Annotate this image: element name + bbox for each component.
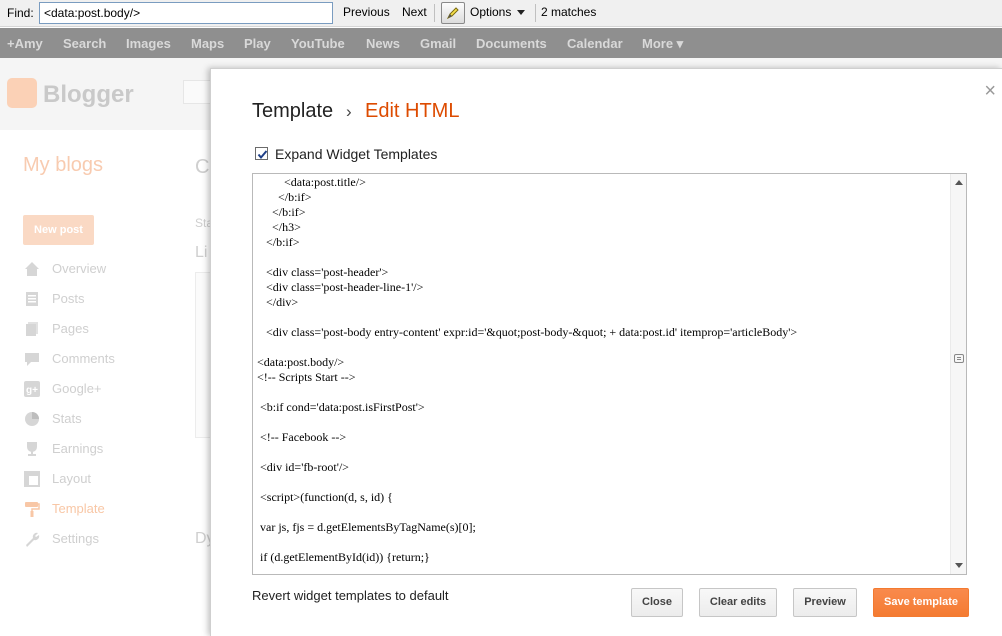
edit-html-dialog: × Template › Edit HTML Expand Widget Tem… <box>210 68 1002 636</box>
nav-label: Posts <box>52 291 85 306</box>
close-button[interactable]: Close <box>631 588 683 617</box>
breadcrumb-template[interactable]: Template <box>252 100 333 123</box>
revert-widget-templates-link[interactable]: Revert widget templates to default <box>252 588 449 603</box>
find-bar: Find: Previous Next Options 2 matches <box>0 0 1002 27</box>
find-next-button[interactable]: Next <box>402 5 427 19</box>
screen: Find: Previous Next Options 2 matches +A… <box>0 0 1002 636</box>
find-input[interactable] <box>39 2 333 24</box>
find-separator <box>535 4 536 22</box>
gbar-item-maps[interactable]: Maps <box>191 36 224 51</box>
gbar-item-calendar[interactable]: Calendar <box>567 36 623 51</box>
template-code-editor[interactable]: <data:post.title/> </b:if> </b:if> </h3>… <box>252 173 967 575</box>
scroll-thumb[interactable] <box>954 354 964 363</box>
nav-label: Template <box>52 501 105 516</box>
page-title: Edit HTML <box>365 100 460 122</box>
gbar-item-play[interactable]: Play <box>244 36 271 51</box>
gbar-item-search[interactable]: Search <box>63 36 106 51</box>
my-blogs-link: My blogs <box>23 154 104 176</box>
nav-label: Stats <box>52 411 82 426</box>
partial-blog-title: C <box>195 156 210 178</box>
gbar-item-youtube[interactable]: YouTube <box>291 36 345 51</box>
svg-text:g+: g+ <box>26 385 38 396</box>
gbar-item-gmail[interactable]: Gmail <box>420 36 456 51</box>
expand-widget-checkbox[interactable] <box>255 147 268 160</box>
nav-label: Layout <box>52 471 92 486</box>
save-template-button[interactable]: Save template <box>873 588 969 617</box>
highlighter-icon <box>446 7 459 20</box>
blogger-logo-icon <box>7 78 37 108</box>
nav-label: Comments <box>52 351 115 366</box>
trophy-icon <box>27 442 37 456</box>
stats-icon <box>25 412 39 426</box>
nav-label: Pages <box>52 321 89 336</box>
checkmark-icon <box>257 150 268 160</box>
posts-icon <box>26 292 38 306</box>
expand-widget-label[interactable]: Expand Widget Templates <box>275 146 437 162</box>
scroll-down-arrow-icon[interactable] <box>955 563 963 568</box>
gbar-item-news[interactable]: News <box>366 36 400 51</box>
clear-edits-button[interactable]: Clear edits <box>699 588 777 617</box>
code-text[interactable]: <data:post.title/> </b:if> </b:if> </h3>… <box>257 175 947 565</box>
nav-label: Earnings <box>52 441 104 456</box>
breadcrumb-separator: › <box>346 102 352 121</box>
gbar-item-documents[interactable]: Documents <box>476 36 547 51</box>
blogger-logo-text: Blogger <box>43 81 134 108</box>
home-icon <box>25 262 39 276</box>
highlight-button[interactable] <box>441 2 465 24</box>
pages-icon <box>26 322 38 336</box>
find-options-button[interactable]: Options <box>470 5 526 19</box>
find-previous-button[interactable]: Previous <box>343 5 390 19</box>
find-label: Find: <box>7 6 34 20</box>
find-match-count: 2 matches <box>541 5 597 19</box>
google-plus-icon: g+ <box>24 381 40 397</box>
chevron-down-icon <box>517 10 526 16</box>
nav-label: Settings <box>52 531 99 546</box>
paint-roller-icon <box>25 502 40 517</box>
layout-icon <box>24 471 40 487</box>
gbar-item-more[interactable]: More ▾ <box>642 36 683 52</box>
comments-icon <box>25 353 39 366</box>
gbar-item-images[interactable]: Images <box>126 36 171 51</box>
scroll-up-arrow-icon[interactable] <box>955 180 963 185</box>
preview-button[interactable]: Preview <box>793 588 857 617</box>
google-bar: +Amy Search Images Maps Play YouTube New… <box>0 28 1002 58</box>
partial-heading-text: Li <box>195 244 208 261</box>
find-separator <box>434 4 435 22</box>
gbar-item-profile[interactable]: +Amy <box>7 36 43 51</box>
nav-label: Overview <box>52 261 107 276</box>
find-options-label: Options <box>470 5 512 19</box>
wrench-icon <box>26 532 40 547</box>
nav-label: Google+ <box>52 381 102 396</box>
editor-scrollbar[interactable] <box>950 174 966 574</box>
close-icon[interactable]: × <box>984 81 996 101</box>
new-post-button: New post <box>23 215 94 245</box>
